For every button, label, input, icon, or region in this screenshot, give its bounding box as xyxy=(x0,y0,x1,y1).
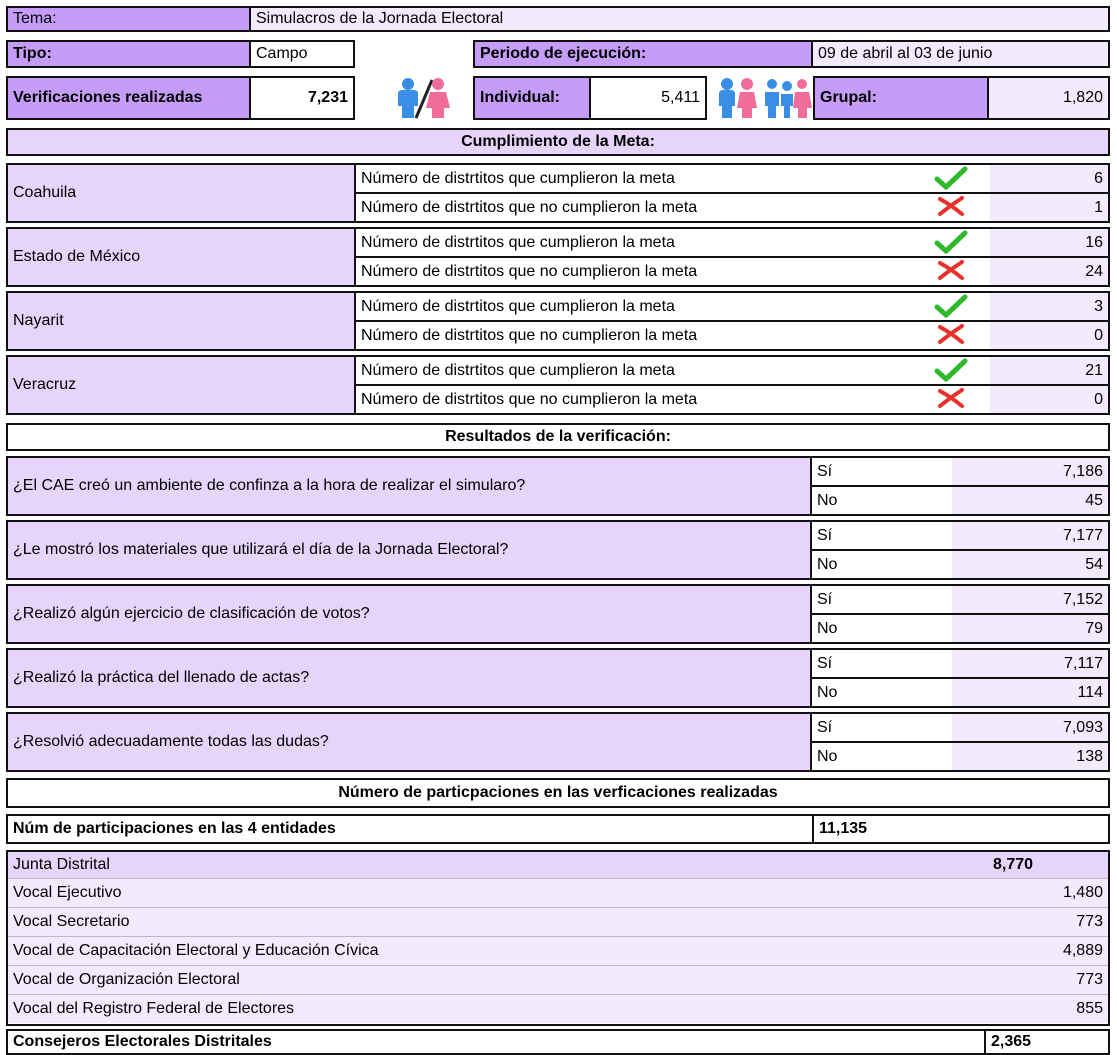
group-people-icon xyxy=(762,76,812,120)
met-goal-label: Número de distrtitos que cumplieron la m… xyxy=(356,293,916,320)
no-value: 54 xyxy=(952,551,1108,578)
met-goal-value: 16 xyxy=(990,229,1108,256)
grupal-value: 1,820 xyxy=(987,76,1110,120)
yes-value: 7,186 xyxy=(952,458,1108,485)
periodo-label: Periodo de ejecución: xyxy=(473,40,813,68)
check-icon xyxy=(934,166,970,192)
notmet-goal-value: 0 xyxy=(990,322,1108,349)
vocal-label: Vocal Secretario xyxy=(8,908,988,936)
total-participations-value: 11,135 xyxy=(812,814,1110,844)
meta-state-name: Estado de México xyxy=(8,229,354,285)
yes-value: 7,177 xyxy=(952,522,1108,549)
results-section-title: Resultados de la verificación: xyxy=(6,423,1110,451)
cross-icon xyxy=(936,323,968,347)
notmet-goal-value: 1 xyxy=(990,194,1108,221)
yes-value: 7,117 xyxy=(952,650,1108,677)
question-text: ¿Realizó la práctica del llenado de acta… xyxy=(8,650,810,706)
notmet-goal-label: Número de distrtitos que no cumplieron l… xyxy=(356,322,916,349)
vocal-label: Vocal de Organización Electoral xyxy=(8,966,988,994)
met-goal-label: Número de distrtitos que cumplieron la m… xyxy=(356,165,916,192)
met-goal-value: 3 xyxy=(990,293,1108,320)
individual-label: Individual: xyxy=(473,76,591,120)
notmet-goal-label: Número de distrtitos que no cumplieron l… xyxy=(356,258,916,285)
junta-distrital-label: Junta Distrital xyxy=(8,852,988,878)
periodo-value: 09 de abril al 03 de junio xyxy=(811,40,1110,68)
individual-value: 5,411 xyxy=(589,76,707,120)
vocal-value: 855 xyxy=(988,995,1108,1023)
vocal-label: Vocal Ejecutivo xyxy=(8,879,988,907)
no-value: 79 xyxy=(952,615,1108,642)
no-label: No xyxy=(812,551,952,578)
vocal-value: 773 xyxy=(988,966,1108,994)
no-label: No xyxy=(812,615,952,642)
notmet-goal-value: 24 xyxy=(990,258,1108,285)
no-value: 114 xyxy=(952,679,1108,706)
tema-label: Tema: xyxy=(6,6,251,32)
grupal-label: Grupal: xyxy=(813,76,989,120)
check-icon xyxy=(934,294,970,320)
tipo-value: Campo xyxy=(249,40,355,68)
no-label: No xyxy=(812,679,952,706)
verificaciones-label: Verificaciones realizadas xyxy=(6,76,251,120)
consejeros-value: 2,365 xyxy=(984,1029,1110,1055)
yes-label: Sí xyxy=(812,522,952,549)
no-label: No xyxy=(812,487,952,514)
yes-value: 7,152 xyxy=(952,586,1108,613)
tipo-label: Tipo: xyxy=(6,40,251,68)
participation-section-title: Número de particpaciones en las verficac… xyxy=(6,778,1110,808)
yes-label: Sí xyxy=(812,650,952,677)
met-goal-label: Número de distrtitos que cumplieron la m… xyxy=(356,357,916,384)
no-value: 138 xyxy=(952,743,1108,770)
yes-label: Sí xyxy=(812,586,952,613)
total-participations-label: Núm de participaciones en las 4 entidade… xyxy=(6,814,814,844)
met-goal-value: 6 xyxy=(990,165,1108,192)
consejeros-label: Consejeros Electorales Distritales xyxy=(6,1029,986,1055)
notmet-goal-value: 0 xyxy=(990,386,1108,413)
cross-icon xyxy=(936,195,968,219)
meta-state-name: Veracruz xyxy=(8,357,354,413)
yes-value: 7,093 xyxy=(952,714,1108,741)
question-text: ¿Le mostró los materiales que utilizará … xyxy=(8,522,810,578)
no-value: 45 xyxy=(952,487,1108,514)
notmet-goal-label: Número de distrtitos que no cumplieron l… xyxy=(356,194,916,221)
met-goal-value: 21 xyxy=(990,357,1108,384)
no-label: No xyxy=(812,743,952,770)
vocal-label: Vocal de Capacitación Electoral y Educac… xyxy=(8,937,988,965)
meta-state-name: Nayarit xyxy=(8,293,354,349)
notmet-goal-label: Número de distrtitos que no cumplieron l… xyxy=(356,386,916,413)
junta-distrital-value: 8,770 xyxy=(988,852,1108,878)
vocal-value: 1,480 xyxy=(988,879,1108,907)
check-icon xyxy=(934,230,970,256)
met-goal-label: Número de distrtitos que cumplieron la m… xyxy=(356,229,916,256)
question-text: ¿Realizó algún ejercicio de clasificació… xyxy=(8,586,810,642)
check-icon xyxy=(934,358,970,384)
vocal-value: 4,889 xyxy=(988,937,1108,965)
question-text: ¿Resolvió adecuadamente todas las dudas? xyxy=(8,714,810,770)
vocal-value: 773 xyxy=(988,908,1108,936)
cross-icon xyxy=(936,259,968,283)
meta-section-title: Cumplimiento de la Meta: xyxy=(6,128,1110,156)
question-text: ¿El CAE creó un ambiente de confinza a l… xyxy=(8,458,810,514)
yes-label: Sí xyxy=(812,458,952,485)
meta-state-name: Coahuila xyxy=(8,165,354,221)
man-woman-icon xyxy=(392,76,456,120)
yes-label: Sí xyxy=(812,714,952,741)
verificaciones-value: 7,231 xyxy=(249,76,355,120)
cross-icon xyxy=(936,387,968,411)
tema-value: Simulacros de la Jornada Electoral xyxy=(249,6,1110,32)
individual-person-icon xyxy=(716,76,758,120)
vocal-label: Vocal del Registro Federal de Electores xyxy=(8,995,988,1023)
